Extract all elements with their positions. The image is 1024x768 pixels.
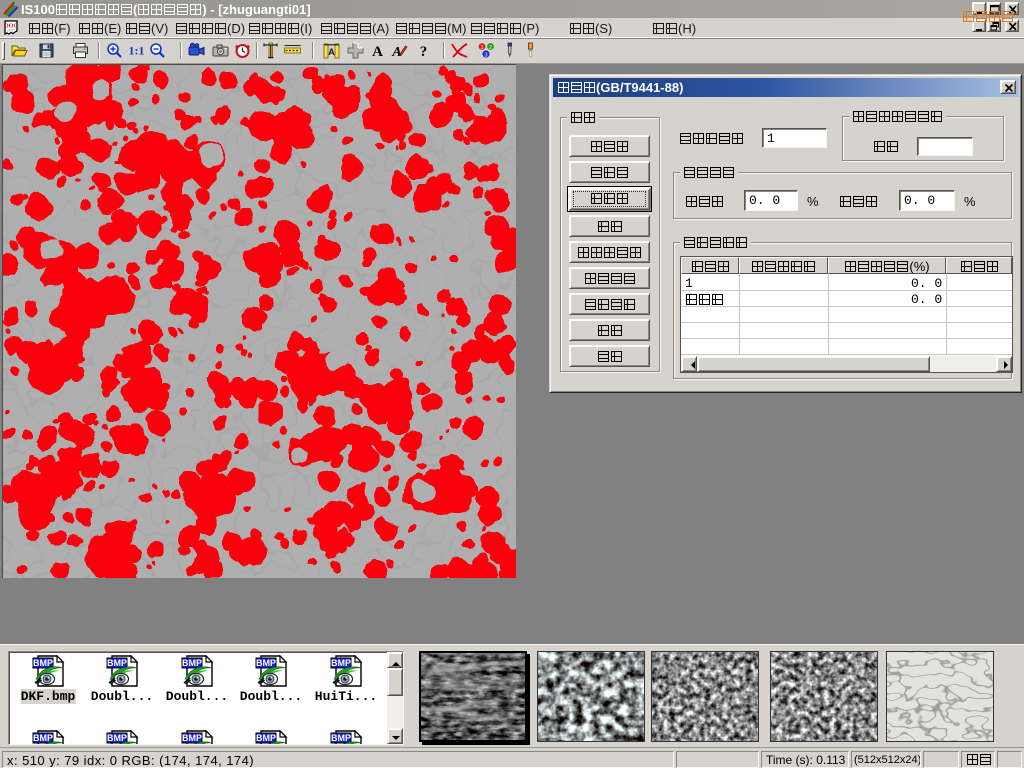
- svg-text:A: A: [391, 45, 401, 60]
- svg-text:A: A: [328, 47, 335, 57]
- svg-text:BMP: BMP: [182, 658, 202, 668]
- svg-text:?: ?: [420, 44, 428, 60]
- svg-text:BMP: BMP: [256, 733, 276, 743]
- svg-text:1:1: 1:1: [129, 44, 145, 58]
- svg-text:1: 1: [480, 45, 483, 51]
- svg-text:2: 2: [489, 45, 492, 51]
- svg-text:BMP: BMP: [33, 658, 53, 668]
- svg-text:3: 3: [484, 53, 487, 59]
- svg-text:A: A: [372, 44, 383, 60]
- svg-text:BMP: BMP: [182, 733, 202, 743]
- svg-text:BMP: BMP: [107, 733, 127, 743]
- svg-text:BMP: BMP: [331, 733, 351, 743]
- svg-text:BMP: BMP: [107, 658, 127, 668]
- svg-text:DOC: DOC: [4, 24, 17, 30]
- svg-text:BMP: BMP: [33, 733, 53, 743]
- svg-text:BMP: BMP: [256, 658, 276, 668]
- svg-text:BMP: BMP: [331, 658, 351, 668]
